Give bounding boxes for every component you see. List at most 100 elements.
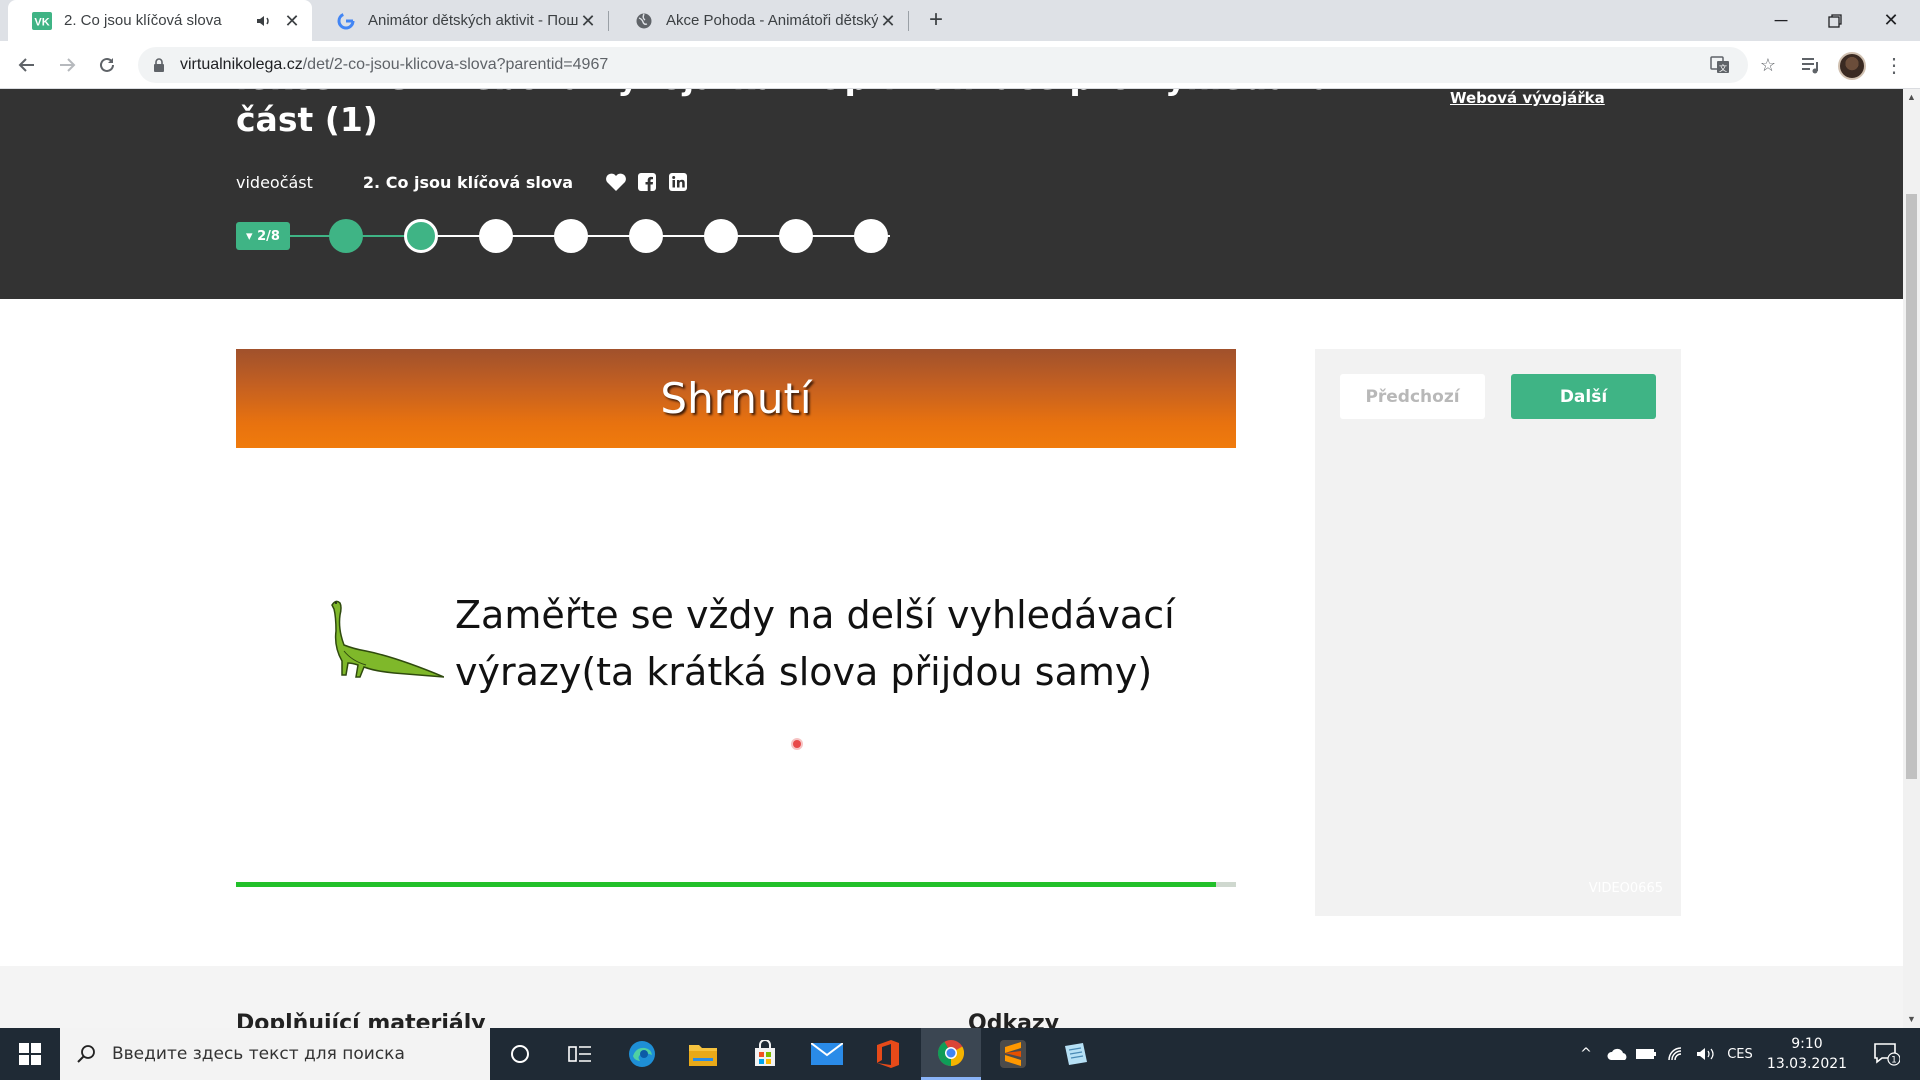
google-g-icon [336,11,356,31]
search-icon [74,1042,98,1066]
previous-button[interactable]: Předchozí [1340,374,1485,419]
globe-icon [634,11,654,31]
minimize-button[interactable]: ─ [1752,0,1810,41]
tab-separator [608,11,609,31]
slide-text-line2: výrazy(ta krátká slova přijdou samy) [455,650,1153,694]
lesson-progress: ▾ 2/8 [236,215,896,255]
cursor-indicator [793,740,801,748]
svg-text:VK: VK [34,16,49,28]
tab-title: 2. Co jsou klíčová slova [64,12,222,29]
materials-heading: Doplňující materiály [236,1011,486,1028]
category-link[interactable]: Webová vývojářka [1450,89,1605,107]
progress-step-5[interactable] [629,219,663,253]
progress-step-7[interactable] [779,219,813,253]
battery-icon[interactable] [1632,1028,1660,1080]
slide-text: Zaměřte se vždy na delší vyhledávací výr… [455,587,1215,701]
reload-button[interactable] [92,50,122,80]
clock-time: 9:10 [1791,1036,1823,1052]
wifi-icon[interactable] [1662,1028,1690,1080]
new-tab-button[interactable]: + [922,7,950,35]
navigation-panel: Předchozí Další VIDEO0665 [1315,349,1681,916]
slide-text-line1: Zaměřte se vždy na delší vyhledávací [455,593,1175,637]
taskbar-search-box[interactable]: Введите здесь текст для поиска [60,1028,490,1080]
restore-button[interactable] [1806,0,1864,41]
url-host: virtualnikolega.cz [180,56,303,73]
next-button[interactable]: Další [1511,374,1656,419]
tab-separator [908,11,909,31]
store-icon[interactable] [735,1028,795,1080]
tab-active[interactable]: VK 2. Co jsou klíčová slova ✕ [8,0,312,41]
browser-toolbar: virtualnikolega.cz/det/2-co-jsou-klicova… [0,41,1920,89]
scroll-up-arrow[interactable]: ▲ [1903,89,1920,106]
profile-avatar[interactable] [1838,52,1866,80]
system-clock[interactable]: 9:10 13.03.2021 [1762,1034,1852,1074]
heart-icon[interactable] [605,171,627,193]
translate-icon[interactable]: 文 [1708,53,1732,77]
tab-title: Animátor dětských aktivit - Пошук [368,12,578,29]
page-title: lekce — 3. Webová vývojářka – Optimaliza… [236,89,1336,141]
tab-title: Akce Pohoda - Animátoři dětských [666,12,878,29]
linkedin-icon[interactable] [667,171,689,193]
lock-icon[interactable] [152,57,166,73]
onedrive-icon[interactable] [1604,1028,1632,1080]
chrome-icon[interactable] [921,1028,981,1080]
tab-close-icon[interactable]: ✕ [282,11,302,31]
progress-step-2[interactable] [404,219,438,253]
windows-taskbar: Введите здесь текст для поиска ^ CES 9:1… [0,1028,1920,1080]
progress-step-1[interactable] [329,219,363,253]
url-text[interactable]: virtualnikolega.cz/det/2-co-jsou-klicova… [180,56,608,74]
page-title-line2: část (1) [236,100,378,139]
vk-logo-icon: VK [32,11,52,31]
video-code: VIDEO0665 [1588,881,1663,896]
svg-text:1: 1 [1891,1056,1897,1066]
speaker-icon[interactable] [254,11,274,31]
page-scrollbar[interactable]: ▲ ▼ [1903,89,1920,1028]
lesson-title: 2. Co jsou klíčová slova [362,172,574,192]
video-progress-bar[interactable] [236,882,1236,887]
forward-button[interactable] [52,50,82,80]
part-label: videočást [236,172,313,192]
progress-step-8[interactable] [854,219,888,253]
notification-center-icon[interactable]: 1 [1862,1028,1912,1080]
mail-icon[interactable] [797,1028,857,1080]
progress-step-4[interactable] [554,219,588,253]
show-hidden-icons[interactable]: ^ [1568,1028,1604,1080]
media-control-icon[interactable] [1796,50,1826,80]
tab-close-icon[interactable]: ✕ [878,11,898,31]
page-viewport: lekce — 3. Webová vývojářka – Optimaliza… [0,89,1903,1028]
notepad-icon[interactable] [1045,1028,1105,1080]
back-button[interactable] [12,50,42,80]
scroll-thumb[interactable] [1906,194,1917,779]
progress-step-6[interactable] [704,219,738,253]
volume-icon[interactable] [1692,1028,1720,1080]
lesson-meta: videočást 2. Co jsou klíčová slova [236,171,698,193]
cortana-icon[interactable] [490,1028,550,1080]
sublime-text-icon[interactable] [983,1028,1043,1080]
scroll-down-arrow[interactable]: ▼ [1903,1011,1920,1028]
menu-dots-icon[interactable]: ⋮ [1879,50,1909,80]
video-player[interactable]: Shrnutí Zaměřte se vždy na delší vyhledá… [236,349,1236,889]
links-heading: Odkazy [968,1011,1060,1028]
task-view-icon[interactable] [550,1028,610,1080]
lesson-header: lekce — 3. Webová vývojářka – Optimaliza… [0,89,1903,299]
close-window-button[interactable]: ✕ [1862,0,1920,41]
dinosaur-illustration [331,600,444,678]
slide-banner-text: Shrnutí [660,374,812,423]
edge-icon[interactable] [612,1028,672,1080]
materials-section: Doplňující materiály Odkazy [0,966,1903,1028]
windows-start-button[interactable] [0,1028,60,1080]
progress-step-3[interactable] [479,219,513,253]
bookmark-star-icon[interactable]: ☆ [1753,50,1783,80]
url-path: /det/2-co-jsou-klicova-slova?parentid=49… [302,56,609,73]
tab-google-search[interactable]: Animátor dětských aktivit - Пошук ✕ [312,0,608,41]
slide-banner: Shrnutí [236,349,1236,448]
facebook-icon[interactable] [636,171,658,193]
address-bar[interactable]: virtualnikolega.cz/det/2-co-jsou-klicova… [138,47,1748,83]
input-language[interactable]: CES [1720,1028,1760,1080]
tab-akce-pohoda[interactable]: Akce Pohoda - Animátoři dětských ✕ [610,0,908,41]
tab-close-icon[interactable]: ✕ [578,11,598,31]
office-icon[interactable] [858,1028,918,1080]
browser-tab-strip: VK 2. Co jsou klíčová slova ✕ Animátor d… [0,0,1920,41]
progress-badge[interactable]: ▾ 2/8 [236,222,290,250]
file-explorer-icon[interactable] [673,1028,733,1080]
